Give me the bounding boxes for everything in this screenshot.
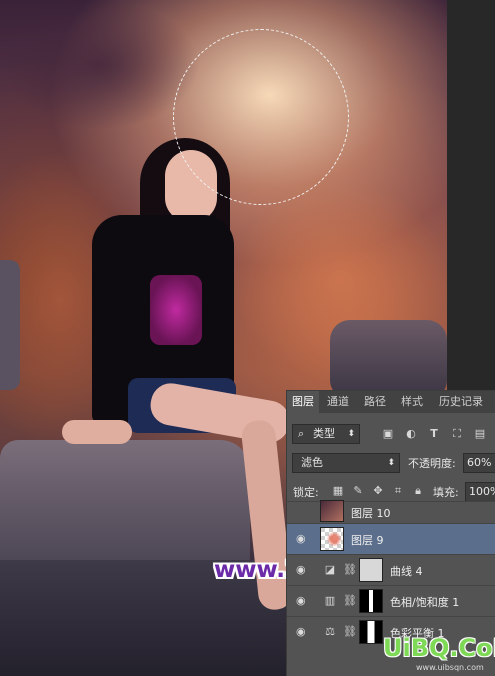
layer-row-layer-10[interactable]: 图层 10 xyxy=(287,500,495,523)
fill-value: 100% xyxy=(469,485,495,498)
blend-mode-select[interactable]: 滤色 ⬍ xyxy=(292,453,400,473)
tab-channels[interactable]: 通道 xyxy=(321,391,355,413)
layer-row-hue-saturation-1[interactable]: ◉ ▥ ⛓︎ 色相/饱和度 1 xyxy=(287,585,495,616)
woman-arm xyxy=(62,420,132,444)
pixel-filter-icon[interactable]: ▣ xyxy=(381,427,395,441)
chevron-updown-icon: ⬍ xyxy=(387,458,395,468)
eye-icon[interactable]: ◉ xyxy=(296,595,310,607)
lock-artboard-icon[interactable]: ⌗ xyxy=(391,484,405,498)
layer-name: 色相/饱和度 1 xyxy=(390,596,460,609)
eye-icon[interactable]: ◉ xyxy=(296,626,310,638)
rock-left xyxy=(0,440,250,570)
opacity-value: 60% xyxy=(467,456,492,469)
smart-object-filter-icon[interactable]: ▤ xyxy=(473,427,487,441)
tab-history[interactable]: 历史记录 xyxy=(432,391,490,413)
layer-mask-thumbnail xyxy=(359,558,383,582)
layer-mask-thumbnail xyxy=(359,620,383,644)
layer-thumbnail xyxy=(320,500,344,522)
layer-row-layer-9[interactable]: ◉ 图层 9 xyxy=(287,523,495,554)
layer-name: 图层 9 xyxy=(351,534,384,547)
workspace-gutter xyxy=(447,0,495,390)
visibility-toggle-empty[interactable] xyxy=(296,506,310,518)
woman-shirt-print xyxy=(150,275,202,345)
lock-label: 锁定: xyxy=(293,486,319,499)
link-icon: ⛓︎ xyxy=(343,594,357,607)
link-icon: ⛓︎ xyxy=(343,563,357,576)
curves-adjustment-icon: ◪ xyxy=(324,563,336,576)
layer-row-curves-4[interactable]: ◉ ◪ ⛓︎ 曲线 4 xyxy=(287,554,495,585)
eye-icon[interactable]: ◉ xyxy=(296,564,310,576)
filter-kind-label: 类型 xyxy=(313,427,335,440)
layer-name: 曲线 4 xyxy=(390,565,423,578)
lock-position-icon[interactable]: ✥ xyxy=(371,484,385,498)
layer-thumbnail xyxy=(320,527,344,551)
fill-field[interactable]: 100% xyxy=(465,482,495,502)
eye-icon[interactable]: ◉ xyxy=(296,533,310,545)
blend-mode-value: 滤色 xyxy=(301,456,323,469)
hue-saturation-adjustment-icon: ▥ xyxy=(324,594,336,607)
layer-mask-thumbnail xyxy=(359,589,383,613)
site-logo-url: www.uibsqn.com xyxy=(416,663,484,672)
type-filter-icon[interactable]: T xyxy=(427,427,441,441)
elliptical-marquee-selection[interactable] xyxy=(173,29,349,205)
lock-transparent-pixels-icon[interactable]: ▦ xyxy=(331,484,345,498)
layer-name: 图层 10 xyxy=(351,507,391,520)
lock-image-pixels-icon[interactable]: ✎ xyxy=(351,484,365,498)
rock-left-edge xyxy=(0,260,20,390)
rock-right xyxy=(330,320,447,400)
panel-tabs: 图层 通道 路径 样式 历史记录 xyxy=(287,391,495,413)
foliage-top-left xyxy=(0,0,200,130)
tab-styles[interactable]: 样式 xyxy=(395,391,429,413)
tab-paths[interactable]: 路径 xyxy=(358,391,392,413)
tab-layers[interactable]: 图层 xyxy=(287,391,319,413)
lock-all-icon[interactable]: 🔒︎ xyxy=(411,484,425,498)
opacity-label: 不透明度: xyxy=(408,457,456,470)
color-balance-adjustment-icon: ⚖ xyxy=(325,625,335,638)
site-logo-watermark: UiBQ.CoM xyxy=(383,634,495,662)
fill-label: 填充: xyxy=(433,486,459,499)
search-icon: ⌕ xyxy=(298,427,305,440)
shape-filter-icon[interactable]: ⛶ xyxy=(450,427,464,441)
opacity-field[interactable]: 60% xyxy=(463,453,495,473)
adjustment-filter-icon[interactable]: ◐ xyxy=(404,427,418,441)
chevron-updown-icon: ⬍ xyxy=(347,429,355,439)
layer-filter-select[interactable]: ⌕ 类型 ⬍ xyxy=(292,424,360,444)
link-icon: ⛓︎ xyxy=(343,625,357,638)
